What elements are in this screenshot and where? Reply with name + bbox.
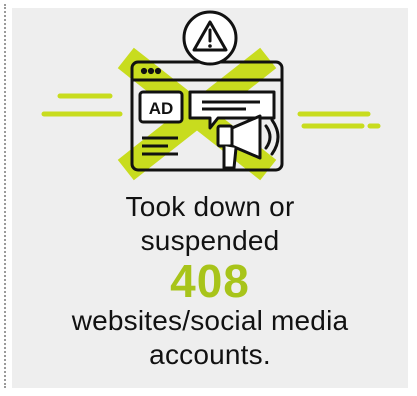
ad-badge-text: AD — [149, 99, 174, 118]
stat-line-2: suspended — [140, 225, 280, 256]
ad-badge-icon: AD — [138, 90, 184, 124]
stat-line-1: Took down or — [125, 191, 295, 222]
left-accent-lines — [41, 93, 123, 117]
right-accent-lines — [297, 111, 381, 129]
stat-text: Took down or suspended 408 websites/soci… — [12, 190, 408, 372]
stat-line-3: websites/social media — [71, 305, 349, 336]
dotted-border — [4, 4, 6, 388]
takedown-illustration: AD — [41, 10, 381, 181]
stat-line-4: accounts. — [149, 339, 271, 370]
warning-icon — [182, 10, 238, 66]
infographic-frame: AD Took down or suspended 408 websites/s — [0, 0, 417, 396]
stat-number: 408 — [170, 255, 250, 307]
